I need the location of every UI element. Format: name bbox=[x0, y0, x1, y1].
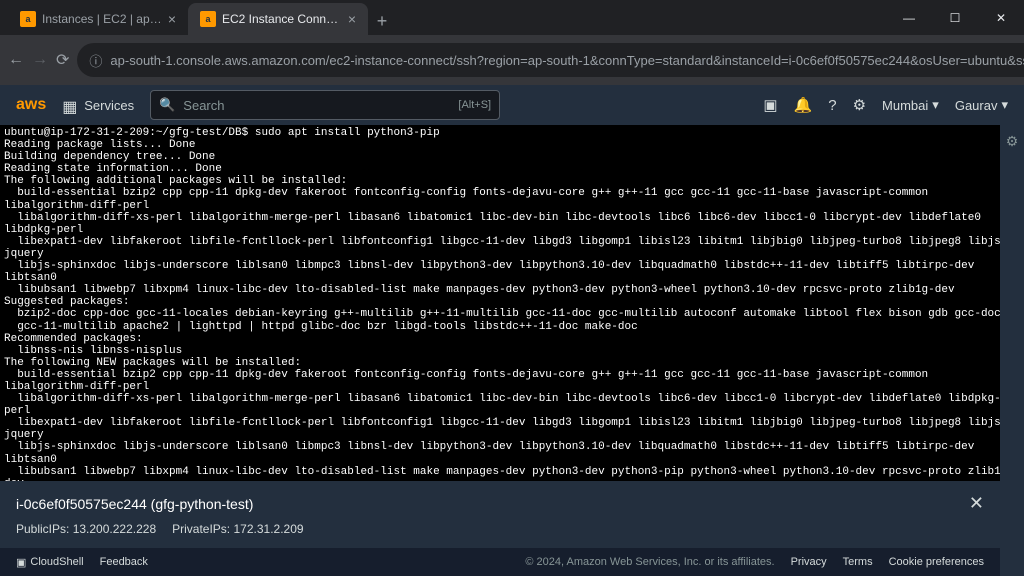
terminal[interactable]: ubuntu@ip-172-31-2-209:~/gfg-test/DB$ su… bbox=[0, 125, 1024, 485]
cloudshell-icon[interactable]: ▣ bbox=[763, 96, 777, 114]
new-tab-button[interactable]: + bbox=[368, 7, 396, 35]
services-button[interactable]: Services bbox=[62, 97, 134, 113]
feedback-link[interactable]: Feedback bbox=[100, 556, 148, 569]
back-button[interactable]: ← bbox=[8, 46, 24, 74]
tab-title: EC2 Instance Connect | ap-sout bbox=[222, 12, 342, 26]
services-label: Services bbox=[84, 98, 134, 113]
close-icon[interactable]: × bbox=[168, 11, 176, 27]
chevron-down-icon: ▾ bbox=[932, 97, 939, 113]
grid-icon bbox=[62, 97, 78, 113]
instance-panel: i-0c6ef0f50575ec244 (gfg-python-test) ✕ … bbox=[0, 481, 1000, 548]
chevron-down-icon: ▾ bbox=[1001, 97, 1008, 113]
help-icon[interactable]: ? bbox=[828, 97, 836, 114]
user-selector[interactable]: Gaurav ▾ bbox=[955, 97, 1008, 113]
private-ip-label: PrivateIPs: bbox=[172, 522, 230, 536]
forward-button[interactable]: → bbox=[32, 46, 48, 74]
aws-header: aws Services 🔍 Search [Alt+S] ▣ 🔔 ? ⚙ Mu… bbox=[0, 85, 1024, 125]
keyboard-shortcut: [Alt+S] bbox=[458, 99, 491, 111]
instance-title: i-0c6ef0f50575ec244 (gfg-python-test) bbox=[16, 496, 253, 512]
private-ip-value: 172.31.2.209 bbox=[234, 522, 304, 536]
close-icon[interactable]: ✕ bbox=[969, 493, 984, 514]
maximize-button[interactable]: ☐ bbox=[932, 0, 978, 35]
tab-ec2-instances[interactable]: a Instances | EC2 | ap-south-1 × bbox=[8, 3, 188, 35]
reload-button[interactable]: ⟳ bbox=[56, 46, 69, 74]
aws-favicon-icon: a bbox=[20, 11, 36, 27]
minimize-button[interactable]: — bbox=[886, 0, 932, 35]
public-ip-value: 13.200.222.228 bbox=[73, 522, 156, 536]
region-name: Mumbai bbox=[882, 98, 928, 113]
region-selector[interactable]: Mumbai ▾ bbox=[882, 97, 939, 113]
copyright-text: © 2024, Amazon Web Services, Inc. or its… bbox=[525, 556, 774, 568]
cloudshell-icon: ▣ bbox=[16, 556, 26, 569]
url-bar[interactable]: ⓘ ap-south-1.console.aws.amazon.com/ec2-… bbox=[77, 43, 1024, 77]
terminal-output: Reading package lists... Done Building d… bbox=[4, 139, 1014, 485]
search-icon: 🔍 bbox=[159, 97, 175, 113]
site-info-icon[interactable]: ⓘ bbox=[89, 51, 102, 70]
cloudshell-link[interactable]: ▣ CloudShell bbox=[16, 556, 84, 569]
cookies-link[interactable]: Cookie preferences bbox=[889, 556, 984, 568]
privacy-link[interactable]: Privacy bbox=[791, 556, 827, 568]
notifications-icon[interactable]: 🔔 bbox=[794, 96, 813, 114]
tab-bar: a Instances | EC2 | ap-south-1 × a EC2 I… bbox=[0, 0, 1024, 35]
close-icon[interactable]: × bbox=[348, 11, 356, 27]
aws-footer: ▣ CloudShell Feedback © 2024, Amazon Web… bbox=[0, 548, 1000, 576]
terminal-prompt: ubuntu@ip-172-31-2-209:~/gfg-test/DB$ bbox=[4, 127, 248, 139]
tab-ec2-connect[interactable]: a EC2 Instance Connect | ap-sout × bbox=[188, 3, 368, 35]
aws-favicon-icon: a bbox=[200, 11, 216, 27]
tab-title: Instances | EC2 | ap-south-1 bbox=[42, 12, 162, 26]
aws-logo[interactable]: aws bbox=[16, 96, 46, 114]
user-name: Gaurav bbox=[955, 98, 998, 113]
right-sidebar: ⚙ bbox=[1000, 125, 1024, 576]
url-text: ap-south-1.console.aws.amazon.com/ec2-in… bbox=[110, 53, 1024, 68]
search-bar[interactable]: 🔍 Search [Alt+S] bbox=[150, 90, 500, 120]
terminal-command: sudo apt install python3-pip bbox=[255, 127, 440, 139]
close-button[interactable]: ✕ bbox=[978, 0, 1024, 35]
gear-icon[interactable]: ⚙ bbox=[1006, 133, 1019, 150]
terms-link[interactable]: Terms bbox=[843, 556, 873, 568]
public-ip-label: PublicIPs: bbox=[16, 522, 69, 536]
search-placeholder: Search bbox=[183, 98, 450, 113]
settings-icon[interactable]: ⚙ bbox=[853, 96, 866, 114]
